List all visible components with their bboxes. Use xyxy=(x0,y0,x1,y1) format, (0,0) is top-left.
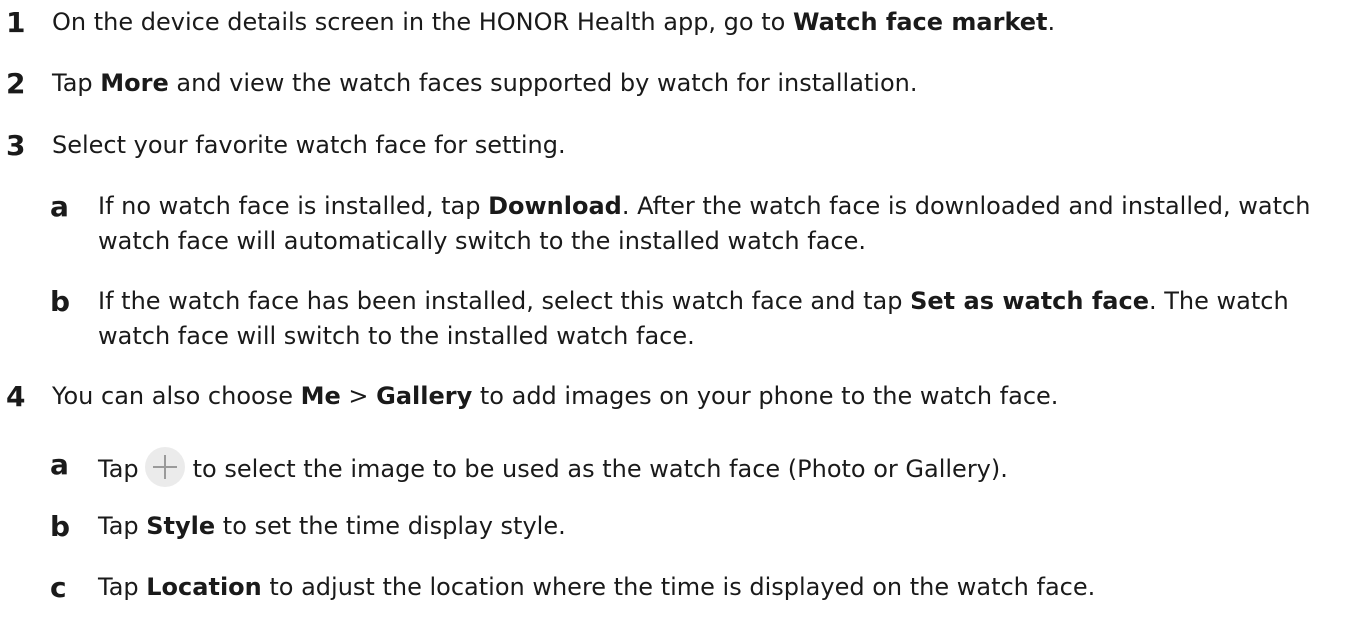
substep-text-part: Tap xyxy=(98,512,147,540)
step-text-part: Tap xyxy=(52,69,101,97)
plus-icon xyxy=(144,447,185,487)
ui-term-watch-face-market: Watch face market xyxy=(792,8,1048,36)
ui-term-location: Location xyxy=(146,573,262,601)
instruction-document: 1 On the device details screen in the HO… xyxy=(0,0,1362,624)
substep-text-part: to adjust the location where the time is… xyxy=(261,573,1096,601)
step-number: 4 xyxy=(6,380,26,413)
substep-letter: a xyxy=(50,190,69,223)
substep-text-part: If the watch face has been installed, se… xyxy=(98,287,911,315)
step-text: Tap More and view the watch faces suppor… xyxy=(52,66,918,101)
substep-text-part: Tap xyxy=(98,455,139,483)
ui-term-me: Me xyxy=(300,382,341,410)
substep-letter: c xyxy=(50,571,67,604)
substep-letter: a xyxy=(50,448,69,481)
step-number: 1 xyxy=(6,6,26,39)
substep-text: Tap to select the image to be used as the… xyxy=(98,447,1338,487)
substep-text: If no watch face is installed, tap Downl… xyxy=(98,189,1338,259)
substep-text: Tap Location to adjust the location wher… xyxy=(98,570,1338,605)
step-text: Select your favorite watch face for sett… xyxy=(52,131,566,159)
step-number: 3 xyxy=(6,129,26,162)
step-text-part: to add images on your phone to the watch… xyxy=(472,382,1059,410)
path-separator: > xyxy=(340,382,377,410)
ui-term-download: Download xyxy=(488,192,622,220)
substep-text-part: to select the image to be used as the wa… xyxy=(192,455,1008,483)
substep-letter: b xyxy=(50,285,71,318)
substep-text-part: to set the time display style. xyxy=(215,512,566,540)
step-text-part: On the device details screen in the HONO… xyxy=(52,8,793,36)
ui-term-gallery: Gallery xyxy=(376,382,473,410)
step-text-part: You can also choose xyxy=(52,382,301,410)
step-text: You can also choose Me > Gallery to add … xyxy=(52,379,1058,414)
step-text-part: . xyxy=(1047,8,1056,36)
ui-term-more: More xyxy=(100,69,169,97)
substep-text-part: Tap xyxy=(98,573,147,601)
substep-letter: b xyxy=(50,510,71,543)
step-number: 2 xyxy=(6,67,26,100)
substep-text: Tap Style to set the time display style. xyxy=(98,509,1338,544)
substep-text: If the watch face has been installed, se… xyxy=(98,284,1338,354)
substep-text-part: If no watch face is installed, tap xyxy=(98,192,489,220)
step-text: On the device details screen in the HONO… xyxy=(52,5,1055,40)
ui-term-set-as-watch-face: Set as watch face xyxy=(910,287,1149,315)
step-text-part: and view the watch faces supported by wa… xyxy=(168,69,918,97)
ui-term-style: Style xyxy=(146,512,216,540)
